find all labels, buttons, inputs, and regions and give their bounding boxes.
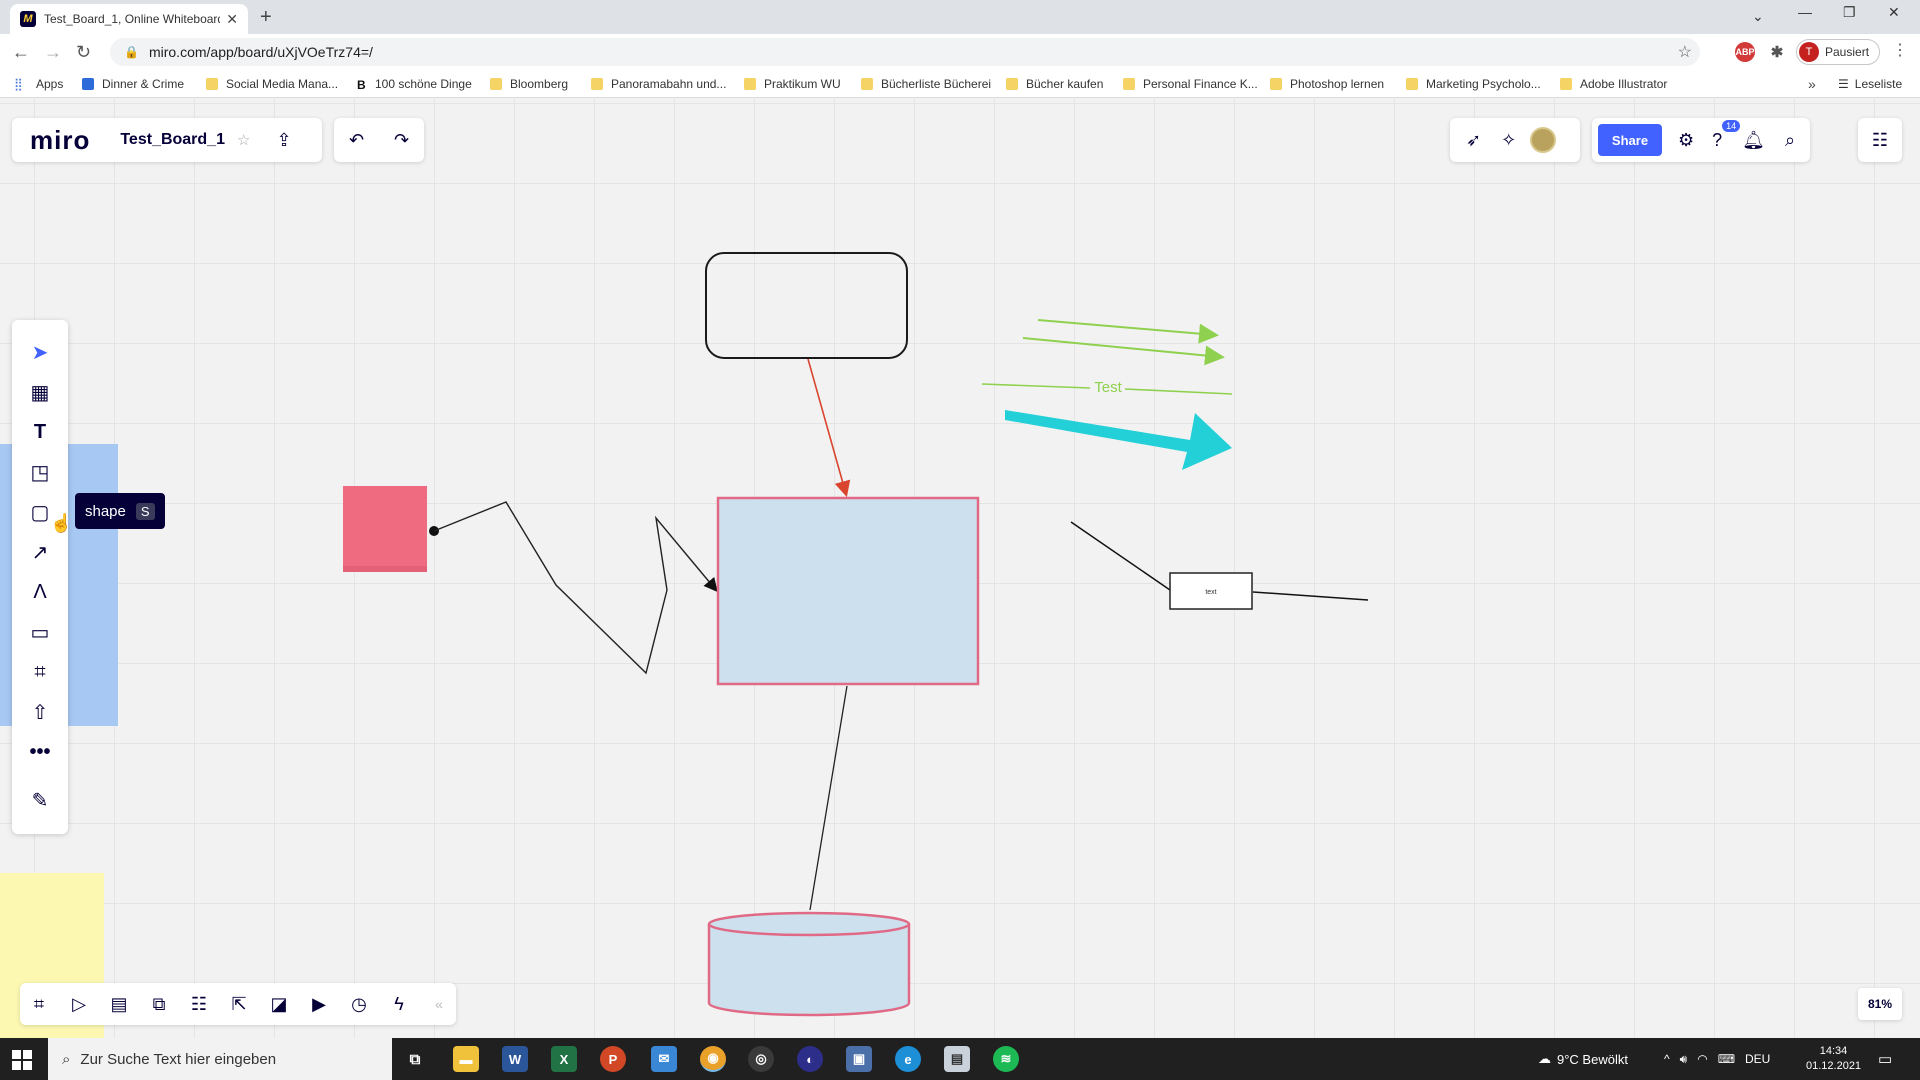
board-title-panel: miro Test_Board_1 ☆ ⇪ [12, 118, 322, 162]
weather-widget[interactable]: ☁ 9°C Bewölkt [1538, 1038, 1628, 1080]
upload-tool-icon[interactable]: ⇧ [12, 694, 68, 730]
calculator-icon[interactable]: ▤ [944, 1046, 970, 1072]
more-tools-icon[interactable]: ••• [12, 734, 68, 770]
windows-start-icon[interactable] [12, 1050, 32, 1070]
share-panel: Share ⚙ ? 14 🔔︎ ⌕ [1592, 118, 1810, 162]
cursor-follow-icon[interactable]: ➶ [1466, 130, 1481, 151]
network-icon[interactable]: ◠ [1697, 1052, 1707, 1066]
notification-center-icon[interactable]: ▭ [1878, 1038, 1892, 1080]
green-line-label: Test [1094, 379, 1122, 396]
chrome-icon[interactable]: ◉ [700, 1046, 726, 1072]
show-hidden-icon[interactable]: ^ [1664, 1052, 1670, 1066]
favorite-star-icon[interactable]: ☆ [237, 131, 250, 149]
text-tool-icon[interactable]: T [12, 414, 68, 450]
user-avatar[interactable] [1530, 127, 1557, 153]
file-explorer-icon[interactable]: ▬ [453, 1046, 479, 1072]
timer-icon[interactable]: ◷ [346, 991, 372, 1017]
comment-tool-icon[interactable]: ▭ [12, 614, 68, 650]
cyan-block-arrow[interactable] [1005, 410, 1232, 470]
mail-icon[interactable]: ✉ [651, 1046, 677, 1072]
share-screen-icon[interactable]: ⇱ [226, 991, 252, 1017]
green-arrow-1[interactable] [1037, 319, 1219, 344]
connection-line-tool-icon[interactable]: ↗ [12, 534, 68, 570]
powerpoint-icon[interactable]: P [600, 1046, 626, 1072]
export-upload-icon[interactable]: ⇪ [276, 130, 291, 151]
notes-list-icon[interactable]: ☷ [1872, 130, 1888, 151]
rounded-rectangle-shape[interactable] [705, 252, 908, 359]
board-name[interactable]: Test_Board_1 [120, 131, 225, 149]
green-line-right[interactable] [1124, 388, 1233, 395]
connector-to-text-box[interactable] [1070, 521, 1171, 591]
connector-from-text-box[interactable] [1252, 591, 1369, 601]
clock-date: 01.12.2021 [1806, 1060, 1862, 1072]
tray-icons: ^ 🔊︎ ◠ ⌨ DEU [1664, 1038, 1770, 1080]
green-arrow-2[interactable] [1022, 337, 1225, 366]
clock-time: 14:34 [1819, 1045, 1848, 1057]
bottom-toolbar: ⌗ ▷ ▤ ⧉ ☷ ⇱ ◪ ▶ ◷ ϟ « [20, 983, 456, 1025]
share-button[interactable]: Share [1598, 124, 1662, 156]
chat-icon[interactable]: ⧉ [146, 991, 172, 1017]
select-tool-icon[interactable]: ➤ [12, 334, 68, 370]
volume-icon[interactable]: 🔊︎ [1680, 1052, 1688, 1067]
blue-rectangle-shape[interactable] [716, 496, 980, 686]
notes-icon[interactable]: ◪ [266, 991, 292, 1017]
lightning-icon[interactable]: ϟ [386, 991, 412, 1017]
taskbar-search-field[interactable]: ⌕ Zur Suche Text hier eingeben [48, 1038, 392, 1080]
pink-sticky-note[interactable] [343, 486, 427, 572]
board-drawing: Test text [0, 252, 1369, 1038]
firefox-icon[interactable]: ◐ [797, 1046, 823, 1072]
help-badge: 14 [1722, 119, 1741, 132]
shape-tooltip: shape S [75, 493, 165, 529]
obs-icon[interactable]: ◎ [748, 1046, 774, 1072]
app-icon[interactable]: ▣ [846, 1046, 872, 1072]
video-call-icon[interactable]: ▶ [306, 991, 332, 1017]
frames-icon[interactable]: ⌗ [26, 991, 52, 1017]
notification-bell-icon[interactable]: 🔔︎ [1742, 130, 1765, 151]
excel-icon[interactable]: X [551, 1046, 577, 1072]
miro-logo[interactable]: miro [30, 125, 90, 156]
clock[interactable]: 14:34 01.12.2021 [1806, 1038, 1861, 1080]
cards-icon[interactable]: ☷ [186, 991, 212, 1017]
mouse-cursor-icon: ☝ [50, 513, 73, 533]
celebrate-icon[interactable]: ✧ [1501, 130, 1516, 151]
undo-redo-panel: ↶ ↷ [334, 118, 424, 162]
red-connector-arrow[interactable] [807, 358, 851, 498]
zigzag-connector[interactable] [433, 501, 718, 675]
frame-tool-icon[interactable]: ⌗ [12, 654, 68, 690]
search-icon: ⌕ [62, 1050, 71, 1068]
creation-toolbar: ➤ ▦ T ◳ ▢ ↗ Λ ▭ ⌗ ⇧ ••• ✎ [12, 320, 68, 834]
board-menu-panel: ☷ [1858, 118, 1902, 162]
search-icon[interactable]: ⌕ [1785, 130, 1795, 151]
pen-tool-icon[interactable]: Λ [12, 574, 68, 610]
vertical-connector[interactable] [809, 685, 848, 911]
cylinder-shape[interactable] [707, 911, 911, 1017]
shortcut-key: S [135, 502, 155, 520]
zoom-level[interactable]: 81% [1858, 988, 1902, 1020]
collapse-icon[interactable]: « [426, 991, 452, 1017]
help-icon[interactable]: ? 14 [1712, 119, 1741, 151]
comments-icon[interactable]: ▤ [106, 991, 132, 1017]
green-line-left[interactable] [981, 383, 1091, 389]
redo-icon[interactable]: ↷ [394, 130, 409, 151]
word-icon[interactable]: W [502, 1046, 528, 1072]
presentation-icon[interactable]: ▷ [66, 991, 92, 1017]
language-indicator[interactable]: DEU [1745, 1052, 1770, 1066]
cloud-icon: ☁ [1538, 1051, 1551, 1066]
keyboard-icon[interactable]: ⌨ [1718, 1052, 1735, 1066]
text-box-label: text [1205, 589, 1216, 596]
edge-icon[interactable]: e [895, 1046, 921, 1072]
spotify-icon[interactable]: ≋ [993, 1046, 1019, 1072]
windows-taskbar: ⌕ Zur Suche Text hier eingeben ⧉ ▬ W X P… [0, 1038, 1920, 1080]
apps-plugin-icon[interactable]: ✎ [12, 782, 68, 818]
collaboration-panel: ➶ ✧ [1450, 118, 1580, 162]
task-view-icon[interactable]: ⧉ [402, 1046, 428, 1072]
pink-sticky-shadow [343, 566, 427, 572]
sticky-note-tool-icon[interactable]: ◳ [12, 454, 68, 490]
settings-sliders-icon[interactable]: ⚙ [1678, 130, 1694, 151]
templates-tool-icon[interactable]: ▦ [12, 374, 68, 410]
undo-icon[interactable]: ↶ [349, 130, 364, 151]
